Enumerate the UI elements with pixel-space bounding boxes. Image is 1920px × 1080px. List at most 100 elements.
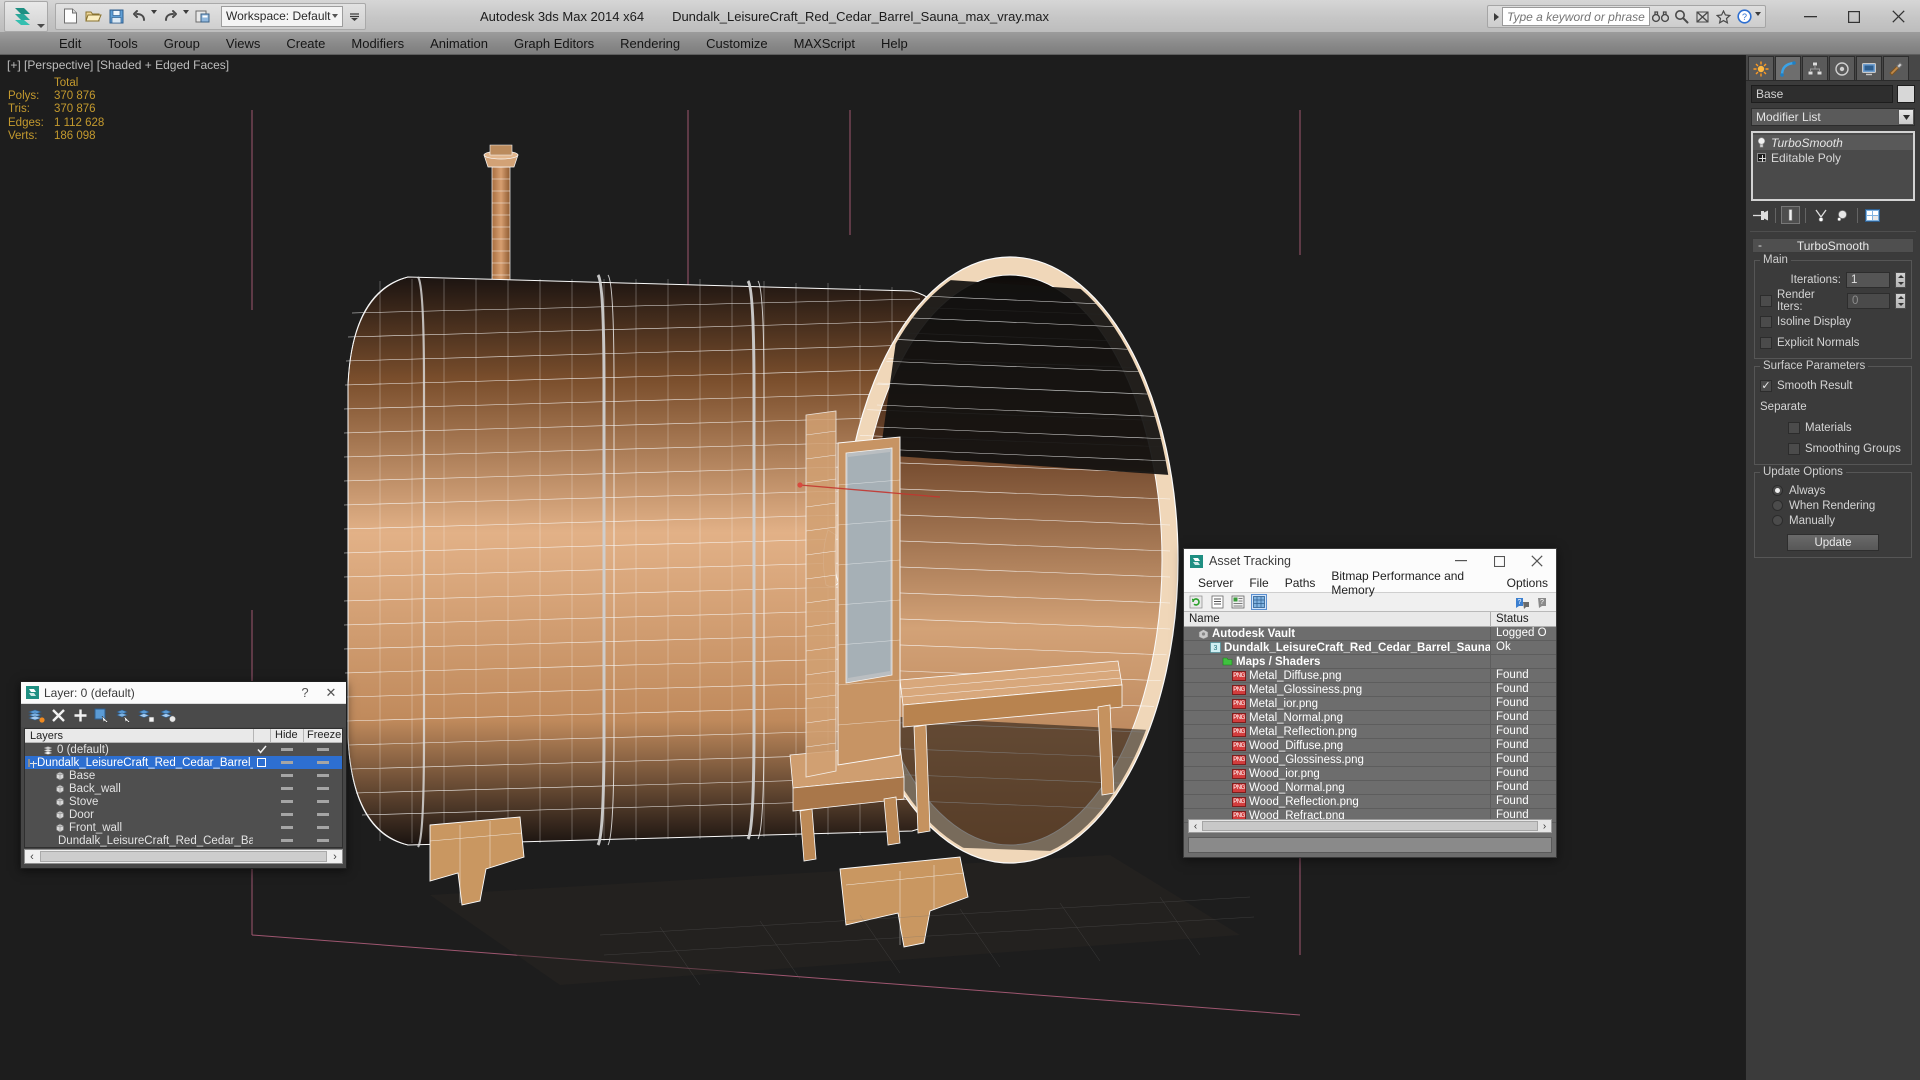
maximize-button[interactable] [1832,1,1876,33]
project-folder-icon[interactable] [192,5,214,27]
help-question-icon[interactable]: ? [1734,6,1755,27]
scroll-left-arrow-icon[interactable]: ‹ [25,851,39,863]
search-expand-caret-icon[interactable] [1490,6,1502,27]
isoline-row[interactable]: Isoline Display [1760,313,1906,331]
motion-tab[interactable] [1829,56,1855,80]
table-row[interactable]: Autodesk Vault Logged O [1184,626,1556,641]
close-button[interactable] [1876,1,1920,33]
save-file-icon[interactable] [105,5,127,27]
hierarchy-tab[interactable] [1802,56,1828,80]
table-row[interactable]: Maps / Shaders [1184,654,1556,669]
layer-list[interactable]: Layers Hide Freeze 0 (default) Dundalk_L… [24,728,343,848]
subscription-icon[interactable] [1692,6,1713,27]
make-unique-icon[interactable] [1811,206,1830,224]
menu-tools[interactable]: Tools [94,33,150,55]
render-iters-spinner[interactable] [1895,293,1906,309]
expand-plus-icon[interactable] [1757,153,1766,162]
asset-tracking-dialog[interactable]: Asset Tracking Server File Paths Bitmap … [1183,548,1557,858]
menu-edit[interactable]: Edit [46,33,94,55]
smoothing-groups-row[interactable]: Smoothing Groups [1760,440,1906,458]
stack-item-turbosmooth[interactable]: TurboSmooth [1753,135,1913,150]
update-button[interactable]: Update [1787,534,1879,551]
freeze-toggle[interactable] [303,748,342,751]
delete-layer-icon[interactable] [49,707,67,725]
about-icon[interactable]: ? [1536,594,1552,610]
new-layer-icon[interactable] [27,707,45,725]
lightbulb-icon[interactable] [1756,137,1767,148]
asset-list[interactable]: Name Status Autodesk Vault Logged O 3 Du… [1184,611,1556,823]
stack-item-editable-poly[interactable]: Editable Poly [1753,150,1913,165]
menu-rendering[interactable]: Rendering [607,33,693,55]
menu-views[interactable]: Views [213,33,273,55]
magnifier-icon[interactable] [1671,6,1692,27]
open-file-icon[interactable] [82,5,104,27]
layer-dialog-close-button[interactable]: ✕ [318,682,344,703]
update-option-when-rendering[interactable]: When Rendering [1760,498,1906,513]
collapse-minus-icon[interactable] [28,758,37,768]
add-layer-icon[interactable] [71,707,89,725]
explicit-normals-row[interactable]: Explicit Normals [1760,334,1906,352]
scroll-right-arrow-icon[interactable]: › [1538,821,1551,832]
table-row[interactable]: PNG Metal_Diffuse.png Found [1184,668,1556,683]
table-row[interactable]: PNG Wood_Diffuse.png Found [1184,738,1556,753]
when-rendering-radio[interactable] [1772,500,1783,511]
table-row[interactable]: Door [25,808,342,821]
create-tab[interactable] [1748,56,1774,80]
show-end-result-icon[interactable] [1781,206,1800,224]
hide-toggle[interactable] [270,787,303,790]
utilities-tab[interactable] [1883,56,1909,80]
smooth-result-checkbox[interactable] [1760,380,1772,392]
table-row[interactable]: 3 Dundalk_LeisureCraft_Red_Cedar_Barrel_… [1184,640,1556,655]
table-row[interactable]: PNG Wood_Normal.png Found [1184,780,1556,795]
search-binoculars-icon[interactable] [1650,6,1671,27]
freeze-toggle[interactable] [303,813,342,816]
table-row[interactable]: 0 (default) [25,743,342,756]
redo-dropdown-caret-icon[interactable] [183,9,189,14]
workspace-selector[interactable]: Workspace: Default [221,5,343,27]
display-tab[interactable] [1856,56,1882,80]
hide-toggle[interactable] [270,774,303,777]
render-iters-field[interactable]: 0 [1847,293,1891,309]
update-option-always[interactable]: Always [1760,483,1906,498]
menu-create[interactable]: Create [273,33,338,55]
viewport-label[interactable]: [+] [Perspective] [Shaded + Edged Faces] [7,58,229,72]
iterations-field[interactable]: 1 [1846,272,1890,288]
table-row[interactable]: PNG Metal_ior.png Found [1184,696,1556,711]
isoline-display-checkbox[interactable] [1760,316,1772,328]
table-row[interactable]: PNG Metal_Normal.png Found [1184,710,1556,725]
menu-graph-editors[interactable]: Graph Editors [501,33,607,55]
table-row[interactable]: PNG Metal_Glossiness.png Found [1184,682,1556,697]
menu-maxscript[interactable]: MAXScript [781,33,868,55]
table-row[interactable]: Front_wall [25,821,342,834]
hide-toggle[interactable] [270,761,303,764]
update-option-manually[interactable]: Manually [1760,513,1906,528]
scroll-right-arrow-icon[interactable]: › [328,851,342,863]
layer-dialog[interactable]: Layer: 0 (default) ? ✕ Layers Hide Freez… [20,681,347,869]
undo-dropdown-caret-icon[interactable] [151,9,157,14]
freeze-toggle[interactable] [303,800,342,803]
current-layer-check[interactable] [253,745,270,754]
render-iters-checkbox[interactable] [1760,295,1772,307]
freeze-toggle[interactable] [303,839,342,842]
table-row[interactable]: Back_wall [25,782,342,795]
detail-view-icon[interactable] [1230,594,1246,610]
refresh-icon[interactable] [1188,594,1204,610]
help-dropdown-caret-icon[interactable] [1755,12,1761,16]
always-radio[interactable] [1772,485,1783,496]
menu-file[interactable]: File [1241,576,1276,590]
pin-stack-icon[interactable] [1751,206,1770,224]
menu-group[interactable]: Group [151,33,213,55]
configure-modifier-sets-icon[interactable] [1863,206,1882,224]
favorites-star-icon[interactable] [1713,6,1734,27]
turbosmooth-rollout-header[interactable]: - TurboSmooth [1752,238,1914,253]
explicit-normals-checkbox[interactable] [1760,337,1772,349]
menu-customize[interactable]: Customize [693,33,780,55]
menu-help[interactable]: Help [868,33,921,55]
menu-paths[interactable]: Paths [1277,576,1324,590]
remove-modifier-icon[interactable] [1833,206,1852,224]
menu-bitmap-performance-and-memory[interactable]: Bitmap Performance and Memory [1323,569,1498,597]
hide-toggle[interactable] [270,748,303,751]
table-row[interactable]: Dundalk_LeisureCraft_Red_Cedar_Barrel_Sa… [25,756,342,769]
table-row[interactable]: PNG Metal_Reflection.png Found [1184,724,1556,739]
menu-modifiers[interactable]: Modifiers [338,33,417,55]
